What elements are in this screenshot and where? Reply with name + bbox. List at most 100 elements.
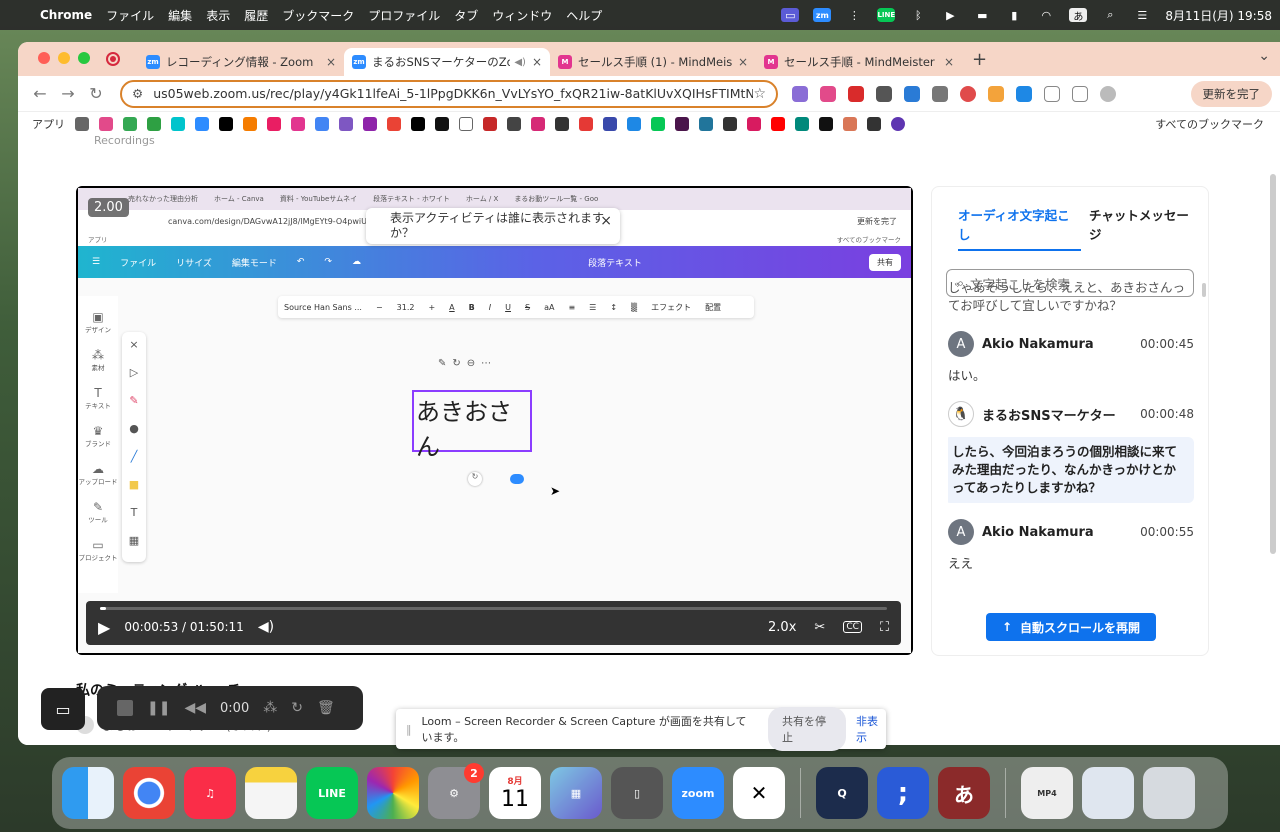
video-player[interactable]: 2.00 売れなかった理由分析 ホーム - Canva 資料 - YouTube…: [76, 186, 913, 655]
semicolon-app-icon[interactable]: ;: [877, 767, 929, 819]
bookmark-icon[interactable]: [339, 117, 353, 131]
menu-clock[interactable]: 8月11日(月) 19:58: [1165, 7, 1272, 24]
stop-sharing-button[interactable]: 共有を停止: [768, 707, 846, 751]
bookmark-icon[interactable]: [603, 117, 617, 131]
menu-help[interactable]: ヘルプ: [566, 7, 602, 24]
tab-mindmeister-2[interactable]: M セールス手順 - MindMeister マ ×: [756, 48, 962, 76]
trash-dock-icon[interactable]: [1143, 767, 1195, 819]
transcript-scrollbar[interactable]: [1202, 283, 1206, 297]
tab-chat-messages[interactable]: チャットメッセージ: [1089, 205, 1200, 251]
bluetooth-icon[interactable]: ᛒ: [909, 8, 927, 22]
bookmark-icon[interactable]: [267, 117, 281, 131]
extension-badge-icon[interactable]: [820, 85, 836, 102]
timestamp[interactable]: 00:00:55: [1140, 525, 1194, 539]
bookmark-icon[interactable]: [483, 117, 497, 131]
drawing-icon[interactable]: ⁂: [263, 700, 277, 716]
menu-app-chrome[interactable]: Chrome: [40, 8, 92, 22]
notion-bookmark-icon[interactable]: [435, 117, 449, 131]
transcript-entry[interactable]: 🐧 まるおSNSマーケター 00:00:48 したら、今回泊まろうの個別相談に来…: [948, 401, 1194, 503]
system-settings-icon[interactable]: ⚙ 2: [428, 763, 484, 819]
input-mode-icon[interactable]: あ: [1069, 8, 1088, 23]
volume-icon[interactable]: ◀): [258, 619, 274, 635]
address-bar[interactable]: ⚙ us05web.zoom.us/rec/play/y4Gk11lfeAi_5…: [120, 79, 778, 108]
notes-icon[interactable]: [245, 767, 297, 819]
bookmark-icon[interactable]: [819, 117, 833, 131]
camera-extension-icon[interactable]: [876, 85, 892, 102]
loom-camera-button[interactable]: ▭: [41, 688, 85, 730]
zoom-bookmark-icon[interactable]: [195, 117, 209, 131]
screenshot-extension-icon[interactable]: [904, 85, 920, 102]
slack-bookmark-icon[interactable]: [675, 117, 689, 131]
update-chrome-button[interactable]: 更新を完了: [1190, 80, 1272, 107]
timestamp[interactable]: 00:00:48: [1140, 407, 1194, 421]
close-tab-icon[interactable]: ×: [738, 55, 748, 69]
mindmeister-bookmark-icon[interactable]: [291, 117, 305, 131]
calendar-icon[interactable]: 8月 11: [489, 767, 541, 819]
clip-scissors-icon[interactable]: ✂: [814, 620, 825, 635]
youtube-bookmark-icon[interactable]: [771, 117, 785, 131]
menu-file[interactable]: ファイル: [106, 7, 154, 24]
car-icon[interactable]: ▬: [973, 8, 991, 22]
play-icon[interactable]: ▶: [98, 618, 110, 637]
apps-bookmark[interactable]: アプリ: [32, 116, 65, 132]
menu-view[interactable]: 表示: [206, 7, 230, 24]
iphone-mirroring-icon[interactable]: ▯: [611, 767, 663, 819]
wifi-icon[interactable]: ◠: [1037, 8, 1055, 22]
pause-icon[interactable]: ❚❚: [147, 700, 170, 716]
grid-bookmark-icon[interactable]: [75, 117, 89, 131]
line-menu-icon[interactable]: LINE: [877, 8, 896, 22]
line-app-icon[interactable]: LINE: [306, 767, 358, 819]
zoom-menu-icon[interactable]: zm: [813, 8, 832, 22]
red-extension-icon[interactable]: [848, 85, 864, 102]
menu-history[interactable]: 履歴: [244, 7, 268, 24]
launchpad-icon[interactable]: ▦: [550, 767, 602, 819]
bookmark-icon[interactable]: [99, 117, 113, 131]
new-tab-button[interactable]: +: [972, 49, 987, 70]
wordpress-bookmark-icon[interactable]: [699, 117, 713, 131]
tab-zoom-recording-info[interactable]: zm レコーディング情報 - Zoom ×: [138, 48, 344, 76]
all-bookmarks-folder[interactable]: すべてのブックマーク: [1155, 116, 1264, 132]
canva-bookmark-icon[interactable]: [171, 117, 185, 131]
folder-bookmark-icon[interactable]: [459, 117, 473, 131]
gmail-bookmark-icon[interactable]: [387, 117, 401, 131]
bookmark-icon[interactable]: [867, 117, 881, 131]
bookmark-icon[interactable]: [243, 117, 257, 131]
bookmark-icon[interactable]: [579, 117, 593, 131]
restart-icon[interactable]: ↻: [291, 700, 303, 716]
photos-icon[interactable]: [367, 767, 419, 819]
pen-extension-icon[interactable]: [792, 85, 808, 102]
bookmark-icon[interactable]: [555, 117, 569, 131]
play-circle-icon[interactable]: ▶: [941, 8, 959, 22]
closed-captions-button[interactable]: CC: [843, 621, 862, 633]
instagram-bookmark-icon[interactable]: [531, 117, 545, 131]
menu-tab[interactable]: タブ: [454, 7, 478, 24]
maximize-window-button[interactable]: [78, 52, 90, 64]
transcript-entry[interactable]: A Akio Nakamura 00:00:55 ええ: [948, 519, 1194, 573]
openai-bookmark-icon[interactable]: [507, 117, 521, 131]
stop-recording-icon[interactable]: [117, 700, 133, 716]
recording-tab-icon[interactable]: [106, 52, 120, 66]
reload-button[interactable]: ↻: [82, 84, 110, 103]
kana-app-icon[interactable]: あ: [938, 767, 990, 819]
bookmark-icon[interactable]: [795, 117, 809, 131]
transcript-list[interactable]: じゃあそうしたら、ええと、あきおさんってお呼びして宜しいですかね？ A Akio…: [948, 279, 1194, 609]
transcript-entry[interactable]: A Akio Nakamura 00:00:45 はい。: [948, 331, 1194, 385]
record-extension-icon[interactable]: [960, 85, 976, 102]
minimize-window-button[interactable]: [58, 52, 70, 64]
zoom-app-icon[interactable]: zoom: [672, 767, 724, 819]
gray-extension-icon[interactable]: [932, 85, 948, 102]
bookmark-star-icon[interactable]: ☆: [753, 86, 766, 102]
drag-handle-icon[interactable]: ‖: [406, 723, 412, 736]
menu-profile[interactable]: プロファイル: [368, 7, 440, 24]
menu-bookmarks[interactable]: ブックマーク: [282, 7, 354, 24]
screen-share-icon[interactable]: ▭: [781, 8, 800, 22]
page-scrollbar[interactable]: [1270, 174, 1276, 554]
playback-rate-button[interactable]: 2.0x: [768, 620, 796, 635]
music-icon[interactable]: ♫: [184, 767, 236, 819]
sheets-bookmark-icon[interactable]: [147, 117, 161, 131]
bookmark-icon[interactable]: [747, 117, 761, 131]
speaker-icon[interactable]: ◀): [514, 57, 526, 68]
breadcrumb[interactable]: Recordings: [94, 134, 155, 147]
tab-zoom-player[interactable]: zm まるおSNSマーケターのZoom ◀) ×: [344, 48, 550, 76]
edge-extension-icon[interactable]: [1016, 85, 1032, 102]
